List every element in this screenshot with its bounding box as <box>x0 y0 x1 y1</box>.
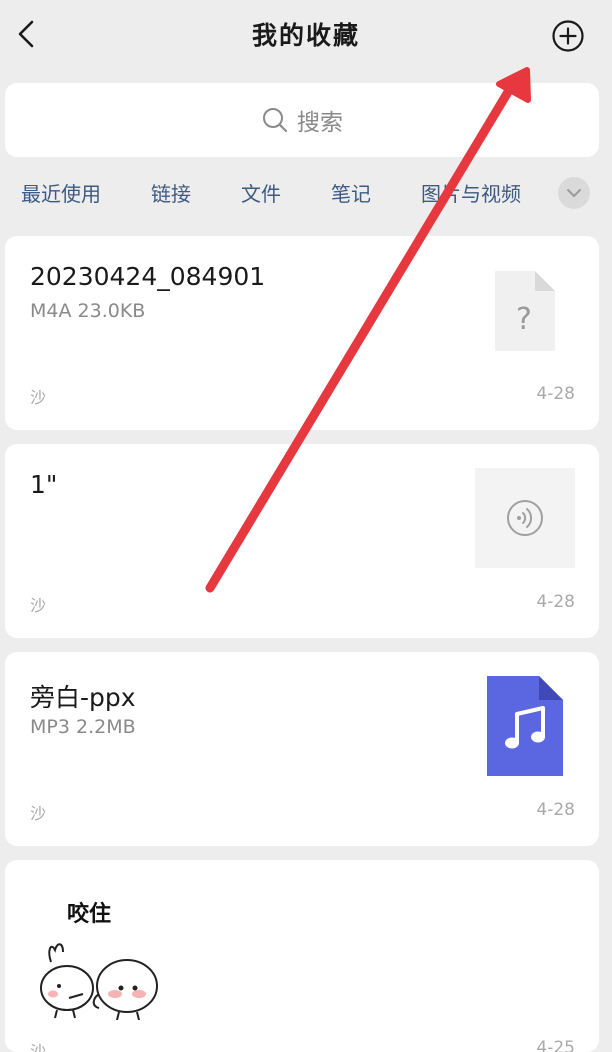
tab-links[interactable]: 链接 <box>151 178 191 207</box>
item-user: 沙 <box>30 804 47 823</box>
tab-notes[interactable]: 笔记 <box>331 178 371 207</box>
list-item[interactable]: 1" 沙 4-28 <box>5 444 599 638</box>
item-date: 4-28 <box>536 800 575 820</box>
search-placeholder: 搜索 <box>297 110 343 136</box>
music-file-icon <box>487 676 563 776</box>
voice-thumbnail <box>475 468 575 568</box>
item-user: 沙 <box>30 1042 47 1052</box>
plus-circle-icon <box>552 20 584 52</box>
svg-text:?: ? <box>516 302 532 337</box>
item-user: 沙 <box>30 388 47 407</box>
item-date: 4-28 <box>536 384 575 404</box>
tab-recent[interactable]: 最近使用 <box>21 178 101 207</box>
search-icon <box>263 108 288 133</box>
item-date: 4-25 <box>536 1038 575 1052</box>
item-meta: MP3 2.2MB <box>30 716 136 738</box>
list-item[interactable]: 20230424_084901 M4A 23.0KB ? 沙 4-28 <box>5 236 599 430</box>
list-item[interactable]: 咬住 沙 4-25 <box>5 860 599 1052</box>
item-title: 20230424_084901 <box>30 262 266 291</box>
chevron-down-icon <box>567 189 581 197</box>
unknown-file-icon: ? <box>495 271 555 351</box>
sticker-caption: 咬住 <box>67 901 112 927</box>
item-user: 沙 <box>30 596 47 615</box>
top-bar: 我的收藏 <box>0 0 612 72</box>
add-button[interactable] <box>548 16 588 56</box>
tab-images-videos[interactable]: 图片与视频 <box>421 178 521 207</box>
category-tabs: 最近使用 链接 文件 笔记 图片与视频 <box>0 168 612 216</box>
tab-files[interactable]: 文件 <box>241 178 281 207</box>
item-date: 4-28 <box>536 592 575 612</box>
tabs-expand-button[interactable] <box>558 177 590 209</box>
item-meta: M4A 23.0KB <box>30 300 146 322</box>
page-title: 我的收藏 <box>251 21 360 50</box>
item-title: 旁白-ppx <box>30 683 136 712</box>
item-title: 1" <box>30 470 58 499</box>
search-bar[interactable]: 搜索 <box>5 83 599 157</box>
list-item[interactable]: 旁白-ppx MP3 2.2MB 沙 4-28 <box>5 652 599 846</box>
voice-icon <box>507 500 543 536</box>
